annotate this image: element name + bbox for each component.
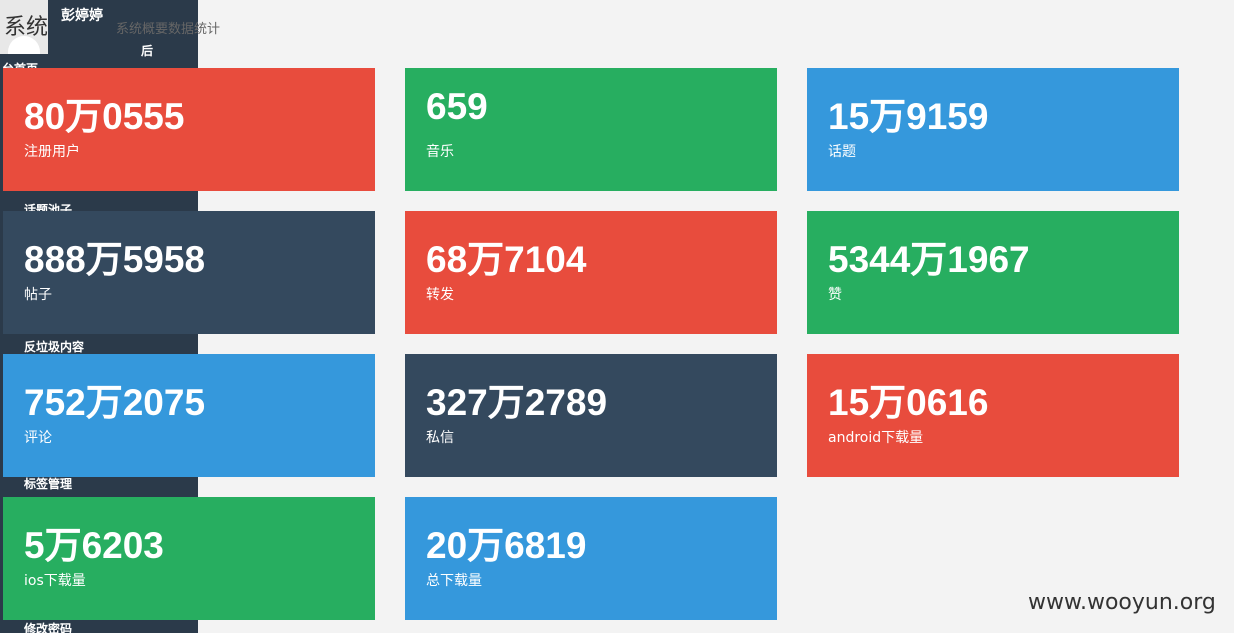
stat-label: 私信 xyxy=(426,430,454,446)
watermark: www.wooyun.org xyxy=(1028,590,1216,615)
user-suffix: 后 xyxy=(141,44,154,58)
sidebar-item-tag-management[interactable]: 标签管理 xyxy=(24,475,72,492)
stat-label: android下载量 xyxy=(828,430,924,446)
sidebar-item-anti-spam[interactable]: 反垃圾内容 xyxy=(24,338,84,355)
stat-label: 音乐 xyxy=(426,144,454,160)
stat-card-android-downloads[interactable]: 15万0616 android下载量 xyxy=(807,354,1179,477)
page-subtitle: 系统概要数据统计 xyxy=(116,22,221,37)
stat-label: 转发 xyxy=(426,287,454,303)
stat-label: 话题 xyxy=(828,144,856,160)
stat-card-total-downloads[interactable]: 20万6819 总下载量 xyxy=(405,497,777,620)
stat-value: 327万2789 xyxy=(426,382,608,423)
stat-value: 5344万1967 xyxy=(828,239,1030,280)
stat-label: 评论 xyxy=(24,430,52,446)
stat-label: 赞 xyxy=(828,287,842,303)
stat-label: 注册用户 xyxy=(24,144,80,160)
stat-card-topics[interactable]: 15万9159 话题 xyxy=(807,68,1179,191)
stat-card-registered-users[interactable]: 80万0555 注册用户 xyxy=(3,68,375,191)
stat-label: 总下载量 xyxy=(426,573,482,589)
stat-label: 帖子 xyxy=(24,287,52,303)
stat-value: 15万0616 xyxy=(828,382,989,423)
stat-value: 5万6203 xyxy=(24,525,164,566)
stat-value: 752万2075 xyxy=(24,382,206,423)
stat-value: 15万9159 xyxy=(828,96,989,137)
stat-value: 20万6819 xyxy=(426,525,587,566)
sidebar-item-change-password[interactable]: 修改密码 xyxy=(24,620,72,633)
app-title: 系统 xyxy=(4,15,49,40)
stat-value: 68万7104 xyxy=(426,239,587,280)
stat-card-posts[interactable]: 888万5958 帖子 xyxy=(3,211,375,334)
stat-card-likes[interactable]: 5344万1967 赞 xyxy=(807,211,1179,334)
stat-card-reposts[interactable]: 68万7104 转发 xyxy=(405,211,777,334)
stat-value: 659 xyxy=(426,86,488,127)
stat-card-ios-downloads[interactable]: 5万6203 ios下载量 xyxy=(3,497,375,620)
stat-card-private-messages[interactable]: 327万2789 私信 xyxy=(405,354,777,477)
stat-value: 80万0555 xyxy=(24,96,185,137)
stat-card-music[interactable]: 659 音乐 xyxy=(405,68,777,191)
stat-value: 888万5958 xyxy=(24,239,206,280)
user-name[interactable]: 彭婷婷 xyxy=(61,5,103,25)
stat-card-comments[interactable]: 752万2075 评论 xyxy=(3,354,375,477)
stat-label: ios下载量 xyxy=(24,573,86,589)
